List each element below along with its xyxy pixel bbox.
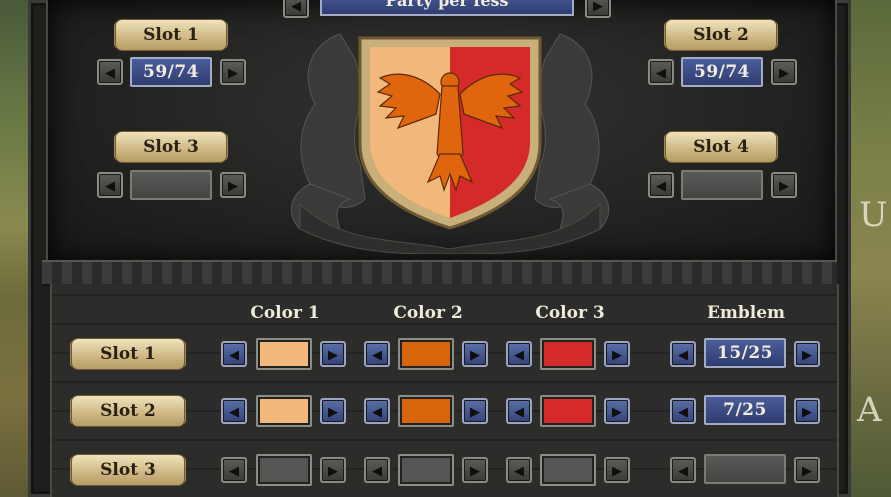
color-3-header: Color 3: [535, 303, 605, 323]
row1-color1-next-button[interactable]: ▶: [320, 341, 346, 367]
row3-color2-prev-button[interactable]: ◀: [364, 457, 390, 483]
lion-supporter-left-icon: [290, 33, 366, 230]
coat-of-arms-preview: [290, 33, 610, 254]
row2-color3-next-button[interactable]: ▶: [604, 398, 630, 424]
emblem-header: Emblem: [706, 303, 786, 323]
row3-color3-next-button[interactable]: ▶: [604, 457, 630, 483]
row3-emblem-value: [704, 454, 786, 484]
upper-slot-3-label: Slot 3: [116, 132, 226, 162]
row2-emblem-prev-button[interactable]: ◀: [670, 398, 696, 424]
row1-emblem-prev-button[interactable]: ◀: [670, 341, 696, 367]
upper-slot-3-prev-button[interactable]: ◀: [97, 172, 123, 198]
row3-emblem-prev-button[interactable]: ◀: [670, 457, 696, 483]
row2-color3-swatch[interactable]: [540, 395, 596, 427]
upper-slot-2-next-button[interactable]: ▶: [771, 59, 797, 85]
panel-divider: [42, 260, 837, 286]
row1-color2-swatch[interactable]: [398, 338, 454, 370]
row2-color1-next-button[interactable]: ▶: [320, 398, 346, 424]
upper-slot-2-label: Slot 2: [666, 20, 776, 50]
color-1-header: Color 1: [250, 303, 320, 323]
map-label-fragment: A: [857, 390, 882, 430]
upper-slot-1-label: Slot 1: [116, 20, 226, 50]
map-label-fragment: U: [859, 195, 888, 235]
upper-slot-2-value: 59/74: [681, 57, 763, 87]
row1-color3-prev-button[interactable]: ◀: [506, 341, 532, 367]
row1-color2-prev-button[interactable]: ◀: [364, 341, 390, 367]
row3-color2-swatch[interactable]: [398, 454, 454, 486]
upper-slot-4-value: [681, 170, 763, 200]
row3-color1-next-button[interactable]: ▶: [320, 457, 346, 483]
row1-color2-next-button[interactable]: ▶: [462, 341, 488, 367]
row2-color2-swatch[interactable]: [398, 395, 454, 427]
row3-emblem-next-button[interactable]: ▶: [794, 457, 820, 483]
lion-supporter-right-icon: [534, 33, 610, 230]
row1-emblem-value: 15/25: [704, 338, 786, 368]
row-slot-1-label: Slot 1: [72, 339, 184, 369]
upper-slot-1-next-button[interactable]: ▶: [220, 59, 246, 85]
map-background-left: [0, 0, 28, 497]
row3-color3-swatch[interactable]: [540, 454, 596, 486]
row-slot-3-label: Slot 3: [72, 455, 184, 485]
row-slot-2-label: Slot 2: [72, 396, 184, 426]
row3-color2-next-button[interactable]: ▶: [462, 457, 488, 483]
upper-slot-4-label: Slot 4: [666, 132, 776, 162]
row1-color3-next-button[interactable]: ▶: [604, 341, 630, 367]
row1-color3-swatch[interactable]: [540, 338, 596, 370]
upper-slot-1-value: 59/74: [130, 57, 212, 87]
row2-color1-swatch[interactable]: [256, 395, 312, 427]
upper-slot-3-value: [130, 170, 212, 200]
upper-slot-3-next-button[interactable]: ▶: [220, 172, 246, 198]
row2-color2-next-button[interactable]: ▶: [462, 398, 488, 424]
row2-color2-prev-button[interactable]: ◀: [364, 398, 390, 424]
upper-slot-4-prev-button[interactable]: ◀: [648, 172, 674, 198]
map-background-right: U A: [851, 0, 891, 497]
row1-emblem-next-button[interactable]: ▶: [794, 341, 820, 367]
row1-color1-prev-button[interactable]: ◀: [221, 341, 247, 367]
upper-slot-4-next-button[interactable]: ▶: [771, 172, 797, 198]
row2-emblem-next-button[interactable]: ▶: [794, 398, 820, 424]
row3-color3-prev-button[interactable]: ◀: [506, 457, 532, 483]
row2-color3-prev-button[interactable]: ◀: [506, 398, 532, 424]
row2-color1-prev-button[interactable]: ◀: [221, 398, 247, 424]
upper-slot-2-prev-button[interactable]: ◀: [648, 59, 674, 85]
upper-slot-1-prev-button[interactable]: ◀: [97, 59, 123, 85]
row3-color1-prev-button[interactable]: ◀: [221, 457, 247, 483]
row3-color1-swatch[interactable]: [256, 454, 312, 486]
row1-color1-swatch[interactable]: [256, 338, 312, 370]
row2-emblem-value: 7/25: [704, 395, 786, 425]
color-2-header: Color 2: [393, 303, 463, 323]
